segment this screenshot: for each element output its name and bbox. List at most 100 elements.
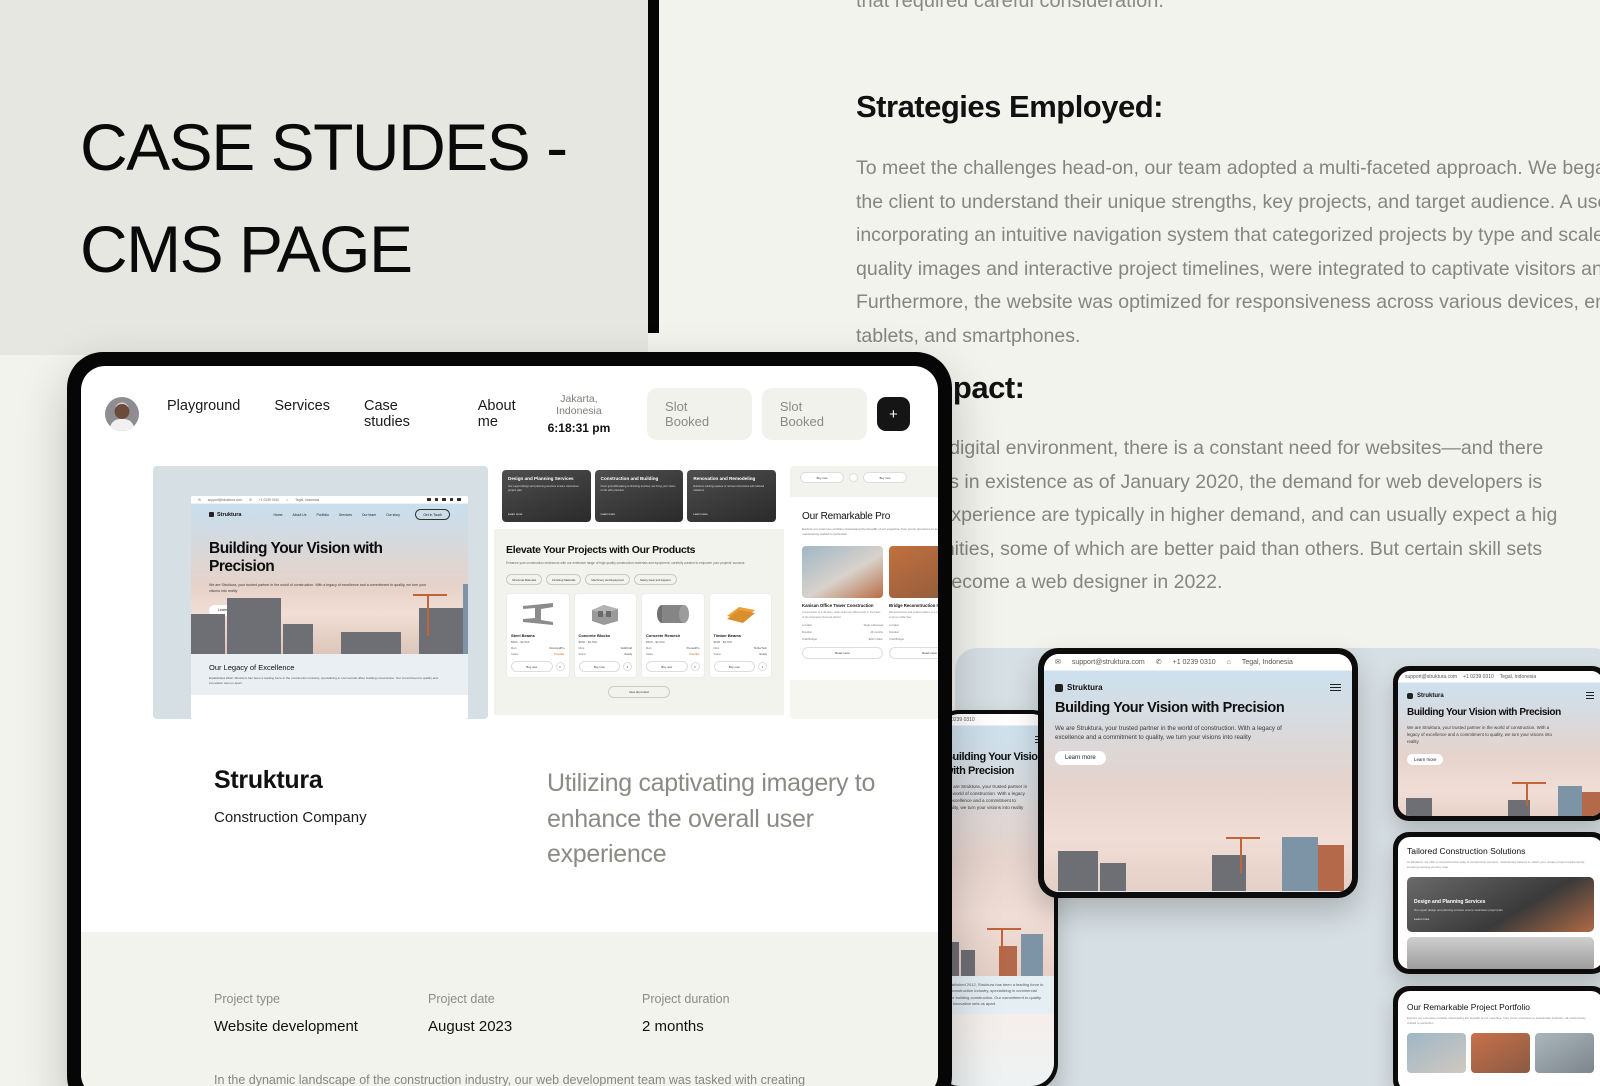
cart-icon[interactable]: • [623, 662, 632, 672]
avatar[interactable] [105, 397, 139, 431]
card-topbar-phone: +1 0239 0310 [1463, 673, 1494, 680]
view-all-products-button[interactable]: View all product [608, 686, 670, 699]
nav-home[interactable]: Home [273, 513, 282, 517]
learn-more-button[interactable]: Learn more [1055, 751, 1106, 766]
social-icons [427, 497, 461, 502]
nav-portfolio[interactable]: Portfolio [316, 513, 328, 517]
portfolio-thumb [1407, 1032, 1466, 1073]
hamburger-icon[interactable] [1586, 692, 1594, 700]
buy-now-button[interactable]: Buy now [863, 472, 907, 483]
add-button[interactable]: + [876, 397, 910, 431]
buy-now-button[interactable]: Buy now [646, 661, 688, 673]
nav-item-services[interactable]: Services [274, 398, 330, 430]
service-link[interactable]: Learn more [693, 512, 707, 516]
brand-name: Struktura [217, 511, 242, 518]
chip-finishing[interactable]: Finishing Materials [546, 574, 582, 586]
product-status-row: Status Preorder [646, 653, 700, 657]
topbar-pin-icon: ⌂ [286, 497, 289, 502]
chip-machinery[interactable]: Machinery and Equipment [585, 574, 630, 586]
article-clipped-line: that required careful consideration. [856, 0, 1164, 12]
product-card[interactable]: Steel Beams $500 - $2,500 Merk Structural… [506, 593, 570, 679]
phone-legacy-body: Established 2012, Struktura has been a l… [945, 982, 1044, 1007]
nav-our-story[interactable]: Our story [386, 513, 400, 517]
product-brand-row: Merk StructuralPro [511, 647, 565, 651]
read-more-button[interactable]: Read more [802, 646, 883, 659]
chip-safety[interactable]: Safety Gear and Apparel [633, 574, 677, 586]
service-link[interactable]: Learn more [508, 512, 522, 516]
product-brand-row: Merk TimberTech [713, 647, 768, 651]
nav-item-case-studies[interactable]: Case studies [364, 398, 444, 430]
nav-item-about-me[interactable]: About me [478, 398, 537, 430]
nav-our-team[interactable]: Our team [362, 513, 376, 517]
tablet-small-skyline [1044, 833, 1352, 891]
read-more-button[interactable]: Read more [889, 646, 938, 659]
hamburger-icon[interactable] [1330, 683, 1341, 692]
cart-icon[interactable]: • [758, 662, 767, 672]
tailored-title: Tailored Construction Solutions [1407, 846, 1526, 856]
buy-now-button[interactable]: Buy now [511, 661, 553, 673]
nav-about-us[interactable]: About Us [293, 513, 307, 517]
chip-structural[interactable]: Structural Materials [506, 574, 543, 586]
phone-hero-title: Building Your Vision with Precision [945, 751, 1044, 777]
meta-project-duration: Project duration 2 months [642, 992, 856, 1035]
gallery-shot-products[interactable]: Design and Planning Services Our expert … [494, 466, 784, 719]
topbar-location: Tegal, Indonesia [1241, 658, 1293, 666]
get-in-touch-button[interactable]: Get In Touch [415, 509, 450, 520]
tablet-device-frame: Playground Services Case studies About m… [67, 352, 952, 1086]
cart-icon[interactable]: • [555, 662, 565, 672]
browser-topbar: ✉ support@struktura.com ✆ +1 0239 0310 ⌂… [191, 496, 468, 504]
nav-location-clock: Jakarta, Indonesia 6:18:31 pm [537, 393, 621, 435]
portfolio-thumb [1535, 1032, 1594, 1073]
stacked-card-mockups: support@struktura.com +1 0239 0310 Tegal… [1383, 630, 1600, 1086]
portfolio-card[interactable]: Kanisan Office Tower Construction Constr… [802, 545, 883, 659]
service-desc: From groundbreaking to finishing touches… [600, 484, 676, 492]
article-impact: and Impact: creasingly digital environme… [856, 370, 1600, 600]
buy-now-button[interactable]: Buy now [578, 661, 620, 673]
service-desc: Our expert design and planning services … [508, 484, 579, 492]
card-topbar-loc: Tegal, Indonesia [1499, 673, 1537, 680]
browser-nav: Struktura Home About Us Portfolio Servic… [209, 504, 450, 520]
cart-icon[interactable]: • [690, 662, 700, 672]
phone-hero: Building Your Vision with Precision We a… [937, 726, 1054, 976]
service-card[interactable]: Renovation and Remodeling Enhance existi… [687, 470, 777, 522]
tailored-sub: At Struktura, we offer a comprehensive s… [1407, 860, 1585, 869]
tablet-small-hero-sub: We are Struktura, your trusted partner i… [1055, 724, 1282, 741]
topbar-phone-icon: ✆ [249, 497, 252, 502]
portfolio-card-desc: Reconstruction and modernization of a ma… [889, 611, 938, 619]
meta-key: Project date [428, 992, 495, 1006]
meta-value: August 2023 [428, 1018, 513, 1035]
gallery-shot-portfolio[interactable]: Buy now Buy now Our Remarkable Pro Explo… [790, 466, 938, 719]
cart-icon[interactable] [849, 473, 858, 482]
buy-now-button[interactable]: Buy now [800, 472, 844, 483]
service-card[interactable]: Construction and Building From groundbre… [594, 470, 684, 522]
service-link[interactable]: Learn more [601, 512, 615, 516]
portfolio-cards: Kanisan Office Tower Construction Constr… [802, 545, 938, 659]
hero-title: Building Your Vision with Precision [209, 540, 383, 575]
card-topbar: support@struktura.com +1 0239 0310 Tegal… [1398, 671, 1600, 683]
meta-value: Website development [214, 1018, 358, 1035]
stacked-card-tailored-screen: Tailored Construction Solutions At Struk… [1398, 837, 1600, 969]
topbar-mail-icon: ✉ [198, 497, 201, 502]
phone-topbar: +1 0239 0310 [937, 714, 1054, 726]
gallery-shot-desktop-hero[interactable]: ✉ support@struktura.com ✆ +1 0239 0310 ⌂… [153, 466, 488, 719]
products-title: Elevate Your Projects with Our Products [506, 544, 696, 556]
learn-more-button[interactable]: Learn more [1407, 754, 1444, 766]
portfolio-bud-row: Total Budget $200 million [802, 637, 883, 641]
product-card[interactable]: Timber Beams $500 - $2,500 Merk TimberTec… [708, 593, 772, 679]
stats-row: 260+ Projects Completed 95% Satisfaction… [1044, 891, 1352, 892]
stacked-card-portfolio-screen: Our Remarkable Project Portfolio Explore… [1398, 991, 1600, 1086]
product-card[interactable]: Concrete Remesh $500 - $2,500 Merk Precas… [641, 593, 705, 679]
nav-item-playground[interactable]: Playground [167, 398, 240, 430]
slot-booked-button-2[interactable]: Slot Booked [761, 388, 867, 440]
service-card[interactable]: Design and Planning Services Our expert … [502, 470, 591, 522]
portfolio-card[interactable]: Bridge Reconstruction Interstate H Recon… [889, 545, 938, 659]
case-info-block: Struktura Construction Company Utilizing… [214, 766, 938, 873]
card-topbar-email: support@struktura.com [1405, 673, 1458, 680]
browser-hero: Struktura Home About Us Portfolio Servic… [191, 504, 468, 654]
buy-now-button[interactable]: Buy now [713, 661, 755, 673]
tablet-screen: Playground Services Case studies About m… [81, 366, 938, 1086]
product-card[interactable]: Concrete Blocks $500 - $2,500 Merk SolidC… [573, 593, 637, 679]
slot-booked-button-1[interactable]: Slot Booked [647, 388, 752, 440]
nav-services[interactable]: Services [339, 513, 352, 517]
tailored-banner-link[interactable]: Learn more [1414, 917, 1587, 921]
